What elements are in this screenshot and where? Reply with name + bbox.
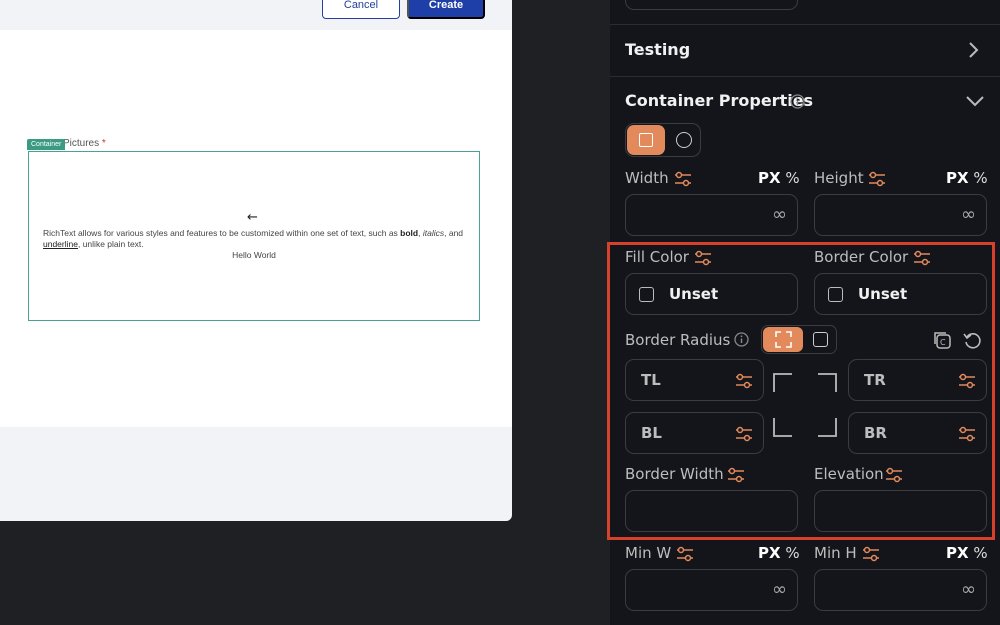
pictures-label-text: Pictures [63,138,100,149]
shape-toggle[interactable] [625,123,701,157]
height-input[interactable]: ∞ [814,194,987,236]
tune-icon[interactable] [676,546,694,562]
pct-unit[interactable]: % [973,169,987,187]
circle-shape-icon[interactable] [676,132,692,148]
infinity-value: ∞ [772,204,787,225]
richtext-block: RichText allows for various styles and f… [43,228,473,250]
min-w-unit[interactable]: PX % [758,544,800,562]
arrow-left-icon[interactable]: ← [247,210,258,225]
px-unit[interactable]: PX [758,544,781,562]
square-shape-icon [639,133,653,147]
min-w-input[interactable]: ∞ [625,569,798,611]
container-properties-title[interactable]: Container Properties [625,91,813,110]
width-unit[interactable]: PX % [758,169,800,187]
richtext-bold: bold [400,228,419,238]
richtext-underline: underline [43,239,78,249]
min-h-label: Min H [814,544,857,562]
tune-icon[interactable] [862,546,880,562]
create-button[interactable]: Create [407,0,485,19]
chevron-right-icon[interactable] [968,41,980,59]
pictures-label: Pictures * [63,138,106,149]
min-w-label: Min W [625,544,672,562]
divider [610,24,1000,25]
height-unit[interactable]: PX % [946,169,988,187]
width-input[interactable]: ∞ [625,194,798,236]
divider [610,76,1000,77]
min-h-input[interactable]: ∞ [814,569,987,611]
px-unit[interactable]: PX [946,544,969,562]
richtext-italics: italics [422,228,445,238]
partial-field[interactable] [625,0,798,10]
px-unit[interactable]: PX [758,169,781,187]
testing-section-title[interactable]: Testing [625,40,690,59]
square-shape-option[interactable] [627,125,665,155]
tune-icon[interactable] [868,171,886,187]
width-label: Width [625,169,669,187]
highlight-box [607,242,995,540]
tune-icon[interactable] [674,171,692,187]
cancel-button[interactable]: Cancel [322,0,400,19]
richtext-intro: RichText allows for various styles and f… [43,228,401,238]
dialog: Cancel Create Pictures * Container ← Ric… [0,0,512,521]
required-mark: * [101,138,106,149]
hello-world-text: Hello World [232,250,276,260]
pct-unit[interactable]: % [785,544,799,562]
infinity-value: ∞ [772,579,787,600]
infinity-value: ∞ [961,579,976,600]
richtext-sep: , and [444,228,464,238]
container-tag: Container [27,139,66,150]
selected-container[interactable]: ← RichText allows for various styles and… [28,151,480,321]
pct-unit[interactable]: % [785,169,799,187]
pct-unit[interactable]: % [973,544,987,562]
height-label: Height [814,169,864,187]
chevron-down-icon[interactable] [965,94,985,108]
px-unit[interactable]: PX [946,169,969,187]
infinity-value: ∞ [961,204,976,225]
info-icon[interactable] [790,94,805,109]
min-h-unit[interactable]: PX % [946,544,988,562]
richtext-outro: , unlike plain text. [77,239,144,249]
